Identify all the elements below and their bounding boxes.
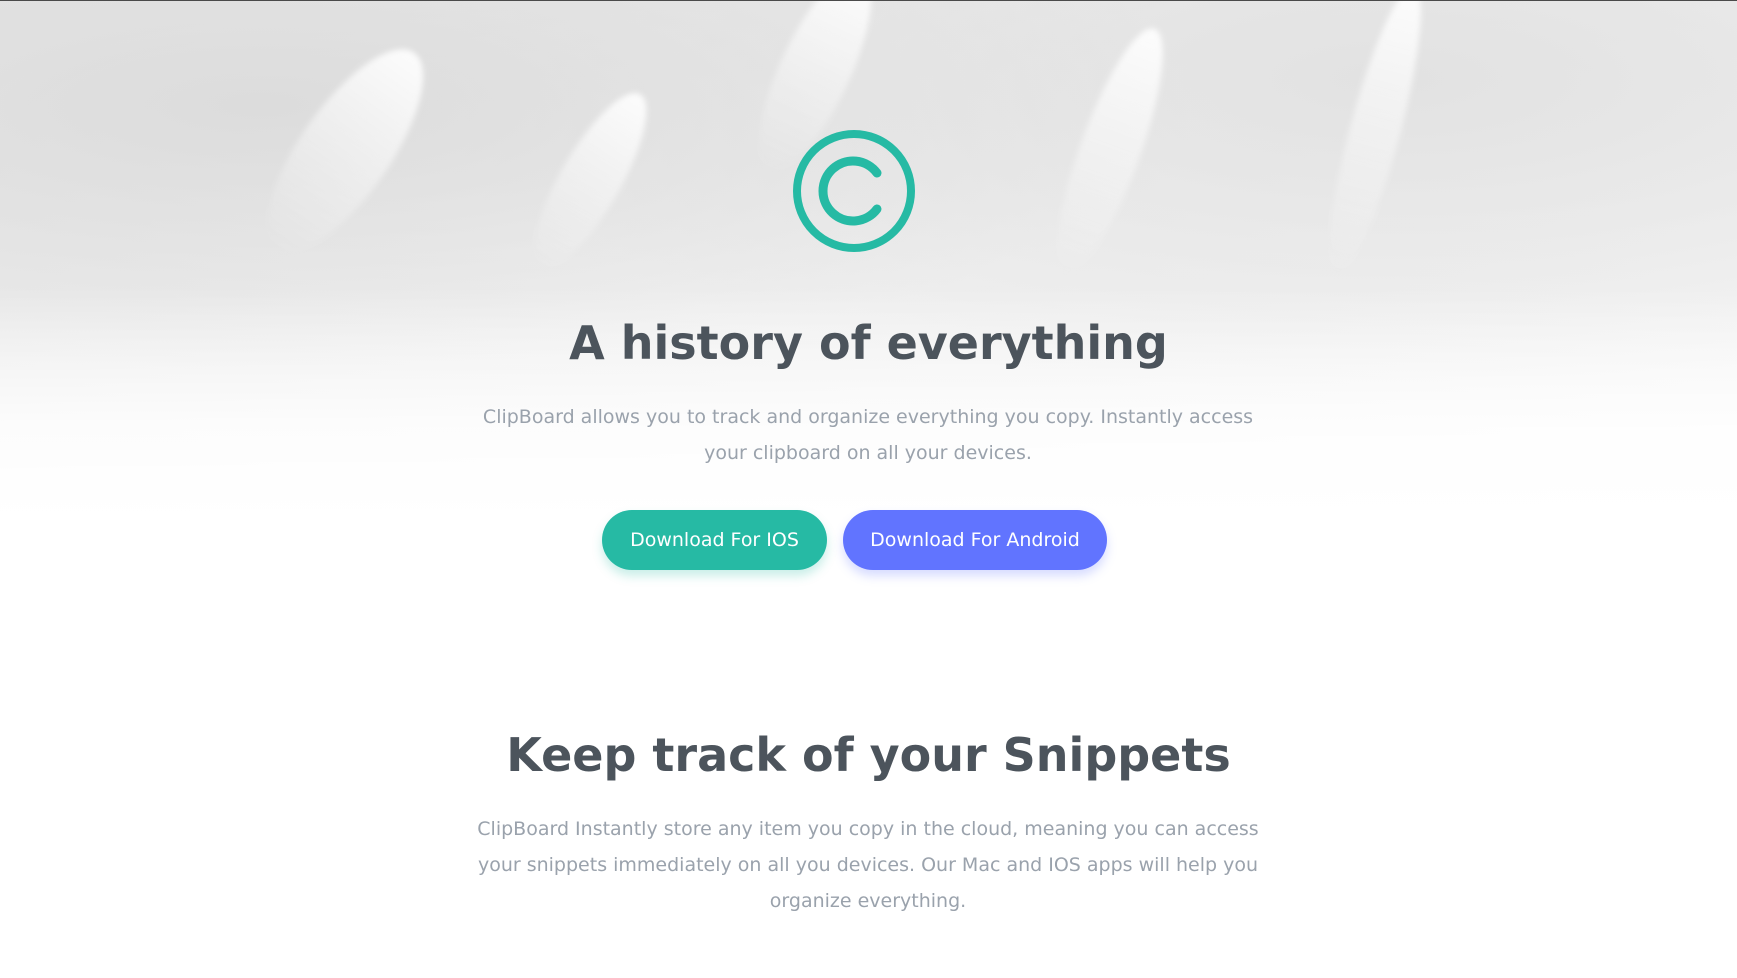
snippets-description: ClipBoard Instantly store any item you c… xyxy=(477,818,1259,912)
download-android-button[interactable]: Download For Android xyxy=(843,510,1107,570)
snippets-title: Keep track of your Snippets xyxy=(506,728,1231,782)
copyright-circle-icon xyxy=(793,130,915,252)
hero-title: A history of everything xyxy=(569,316,1168,370)
download-ios-button[interactable]: Download For IOS xyxy=(602,510,827,570)
hero-description: ClipBoard allows you to track and organi… xyxy=(482,406,1254,464)
